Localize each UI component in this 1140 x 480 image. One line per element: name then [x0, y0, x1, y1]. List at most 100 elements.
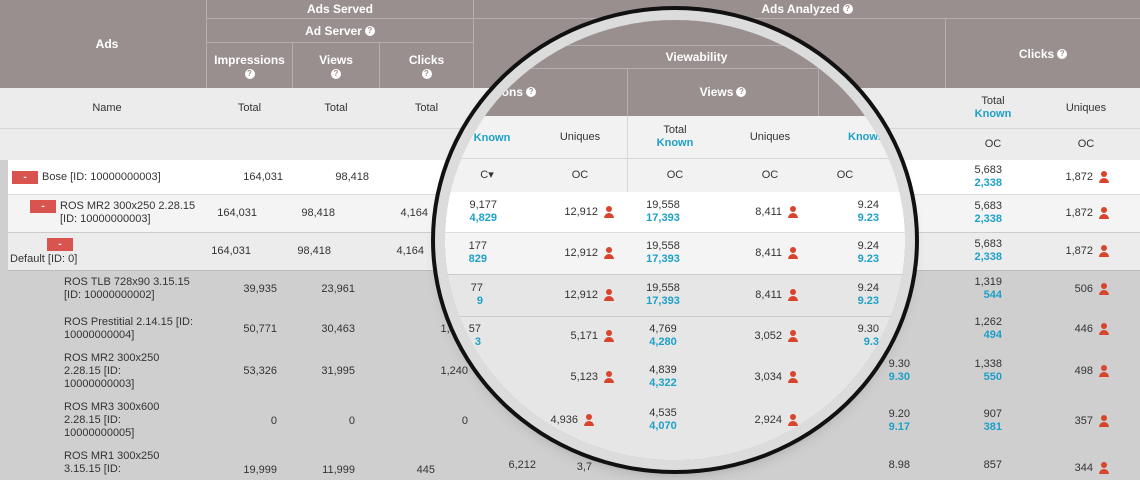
impressions-cell: 19,999 — [243, 464, 277, 476]
views-total-cell: 19,558 17,393 — [646, 199, 680, 224]
impressions-known-cell: 6, 5,53 — [499, 407, 521, 432]
person-icon — [1098, 365, 1110, 377]
oc-sort-label[interactable]: C▾ — [467, 159, 507, 192]
person-icon — [1098, 283, 1110, 295]
clicks-total-cell: 1,338 550 — [974, 358, 1002, 383]
impressions-known-cell: 77 9 — [470, 282, 483, 307]
clicks-uniques-cell: 498 — [1040, 354, 1110, 388]
table-row[interactable]: ROS MR2 300x250 2.28.15 [ID: 10000000003… — [64, 350, 174, 392]
ads-served-header: Ads Served — [207, 0, 473, 18]
ads-header: Ads — [8, 0, 206, 88]
person-icon — [1098, 245, 1110, 257]
impressions-header[interactable]: Impressions? — [207, 44, 292, 88]
views-header[interactable]: Views? — [293, 44, 379, 88]
impressions-cell: 39,935 — [243, 283, 277, 295]
clicks-total-cell: 5,683 2,338 — [974, 164, 1002, 189]
info-icon[interactable]: ? — [331, 69, 341, 79]
magnifying-glass: Viewability ssions? Views? Avg. View Tim… — [445, 20, 905, 460]
table-row[interactable]: ROS MR1 300x250 3.15.15 [ID: — [64, 450, 168, 478]
impressions-cell: 164,031 — [217, 207, 257, 219]
impressions-known-cell: 6,212 — [508, 459, 536, 471]
clicks-uniques-cell: 344 — [1040, 460, 1110, 475]
clicks-total-cell: 5,683 2,338 — [974, 238, 1002, 263]
person-icon — [603, 247, 615, 259]
table-row[interactable]: - ROS MR2 300x250 2.28.15 [ID: 1000000000… — [30, 194, 206, 232]
impressions-cell: 50,771 — [243, 323, 277, 335]
person-icon — [787, 206, 799, 218]
lens-known-header[interactable]: Known — [467, 120, 517, 156]
table-row[interactable]: ROS TLB 728x90 3.15.15 [ID: 10000000002] — [64, 272, 206, 306]
oc-label[interactable]: OC — [820, 159, 870, 192]
lens-uniques-header[interactable]: Uniques — [540, 116, 620, 158]
clicks-cell: 4,164 — [396, 245, 424, 257]
views-cell: 98,418 — [297, 245, 331, 257]
views-total-cell: 19,558 17,393 — [646, 240, 680, 265]
info-icon[interactable]: ? — [736, 87, 747, 97]
views-uniques-cell: 3,052 — [725, 316, 799, 356]
impressions-uniques-cell: 12,912 — [535, 274, 615, 316]
lens-views-uniques-header[interactable]: Uniques — [725, 116, 815, 158]
impressions-uniques-cell: 12,912 — [535, 232, 615, 274]
impressions-uniques-cell: 3,7 — [576, 460, 592, 473]
views-uniques-cell: 8,411 — [725, 274, 799, 316]
info-icon[interactable]: ? — [842, 4, 853, 14]
impressions-total-header[interactable]: Total — [207, 88, 292, 128]
views-total-cell: 19,558 17,393 — [646, 282, 680, 307]
uniques-oc-label[interactable]: OC — [1040, 129, 1132, 160]
oc-label[interactable]: OC — [540, 159, 620, 192]
views-cell: 31,995 — [321, 365, 355, 377]
impressions-known-cell: 177 829 — [468, 240, 487, 265]
views-uniques-cell: 3,034 — [725, 356, 799, 398]
info-icon[interactable]: ? — [364, 26, 375, 36]
oc-label[interactable]: OC — [725, 159, 815, 192]
person-icon — [603, 289, 615, 301]
lens-impressions-header[interactable]: ssions? — [485, 70, 585, 114]
table-row[interactable]: ROS Prestitial 2.14.15 [ID: 10000000004] — [64, 312, 206, 346]
views-uniques-cell: 8,411 — [725, 232, 799, 274]
clicks-uniques-cell: 1,872 — [1040, 160, 1110, 194]
lens-views-header[interactable]: Views? — [628, 70, 818, 114]
info-icon[interactable]: ? — [858, 81, 869, 91]
clicks-uniques-header[interactable]: Uniques — [1040, 88, 1132, 128]
clicks-uniques-cell: 1,872 — [1040, 194, 1110, 232]
clicks-uniques-cell: 1,872 — [1040, 232, 1110, 270]
table-row[interactable]: - Default [ID: 0] — [10, 232, 206, 270]
info-icon[interactable]: ? — [526, 87, 537, 97]
info-icon[interactable]: ? — [1057, 49, 1068, 59]
oc-label[interactable]: OC — [630, 159, 720, 192]
info-icon[interactable]: ? — [421, 69, 432, 79]
views-total-header[interactable]: Total — [293, 88, 379, 128]
clicks-total-known-header[interactable]: Total Known — [946, 88, 1040, 128]
lens-avg-known-header[interactable]: Known — [820, 116, 890, 158]
avg-view-time-header[interactable]: Avg. View Time? — [819, 50, 905, 94]
info-icon[interactable]: ? — [244, 69, 255, 79]
name-column-header[interactable]: Name — [8, 88, 206, 128]
impressions-uniques-cell: 5,171 — [535, 316, 615, 356]
clicks-total-cell: 5,683 2,338 — [974, 200, 1002, 225]
ads-analyzed-header: Ads Analyzed? — [474, 0, 1140, 18]
collapse-button[interactable]: - — [30, 200, 56, 213]
views-cell: 0 — [348, 415, 355, 427]
clicks-uniques-cell: 446 — [1040, 312, 1110, 346]
views-cell: 98,418 — [301, 207, 335, 219]
clicks-uniques-cell: 357 — [1040, 404, 1110, 438]
person-icon — [787, 289, 799, 301]
impressions-cell: 0 — [270, 415, 277, 427]
person-icon — [603, 330, 615, 342]
person-icon — [603, 371, 615, 383]
views-total-cell: 4,839 4,322 — [649, 364, 677, 389]
avg-view-time-cell: 9.24 9.23 — [857, 282, 879, 307]
table-row[interactable]: ROS MR3 300x600 2.28.15 [ID: 10000000005… — [64, 398, 168, 442]
table-row[interactable]: - Bose [ID: 10000000003] — [12, 160, 207, 194]
person-icon — [787, 330, 799, 342]
person-icon — [1098, 415, 1110, 427]
person-icon — [1098, 323, 1110, 335]
impressions-uniques-cell: 4,936 — [525, 400, 595, 440]
clicks-analyzed-header[interactable]: Clicks? — [946, 20, 1140, 88]
views-total-cell: 4,535 4,070 — [649, 407, 677, 432]
person-icon — [603, 206, 615, 218]
clicks-oc-label[interactable]: OC — [946, 129, 1040, 160]
collapse-button[interactable]: - — [12, 170, 38, 184]
lens-views-total-known-header[interactable]: Total Known — [630, 116, 720, 158]
collapse-button[interactable]: - — [47, 237, 73, 251]
